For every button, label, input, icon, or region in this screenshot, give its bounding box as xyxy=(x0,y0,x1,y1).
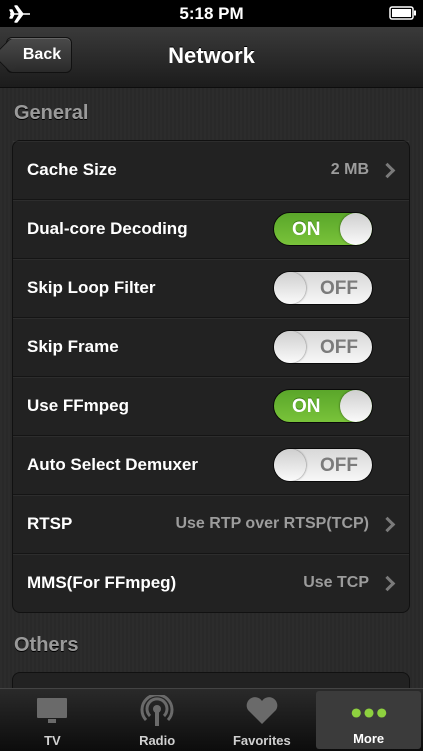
row-value: 2 MB xyxy=(330,161,369,178)
row-skip-frame: Skip Frame OFF xyxy=(13,318,409,377)
switch-state-text: ON xyxy=(292,396,321,417)
airplane-mode-icon xyxy=(9,5,30,23)
tab-label: More xyxy=(353,731,385,746)
auto-select-demuxer-switch[interactable]: OFF xyxy=(273,448,373,482)
skip-loop-filter-switch[interactable]: OFF xyxy=(273,271,373,305)
section-header-others: Others xyxy=(14,634,79,656)
page-title: Network xyxy=(168,43,255,68)
switch-knob xyxy=(340,390,372,422)
row-auto-select-demuxer: Auto Select Demuxer OFF xyxy=(13,436,409,495)
use-ffmpeg-switch[interactable]: ON xyxy=(273,389,373,423)
switch-knob xyxy=(274,449,306,481)
chevron-right-icon xyxy=(379,575,396,591)
tab-label: TV xyxy=(44,733,61,748)
row-label: RTSP xyxy=(27,514,73,533)
switch-state-text: OFF xyxy=(320,337,358,358)
tab-label: Radio xyxy=(139,733,176,748)
chevron-right-icon xyxy=(379,516,396,532)
heart-icon xyxy=(242,695,282,727)
tab-tv[interactable]: TV xyxy=(0,689,105,751)
row-label: Cache Size xyxy=(27,160,117,179)
dual-core-decoding-switch[interactable]: ON xyxy=(273,212,373,246)
tv-icon xyxy=(32,695,72,727)
switch-state-text: OFF xyxy=(320,455,358,476)
row-value: Use RTP over RTSP(TCP) xyxy=(175,515,369,532)
status-bar: 5:18 PM xyxy=(0,0,423,27)
row-skip-loop-filter: Skip Loop Filter OFF xyxy=(13,259,409,318)
section-header-general: General xyxy=(14,102,89,124)
chevron-right-icon xyxy=(379,162,396,178)
skip-frame-switch[interactable]: OFF xyxy=(273,330,373,364)
tab-more[interactable]: More xyxy=(316,691,421,749)
switch-knob xyxy=(274,272,306,304)
switch-state-text: ON xyxy=(292,219,321,240)
row-label: Dual-core Decoding xyxy=(27,219,188,238)
row-value: Use TCP xyxy=(303,574,369,591)
more-dots-icon xyxy=(349,697,389,729)
row-label: Auto Select Demuxer xyxy=(27,455,198,474)
row-label: Skip Frame xyxy=(27,337,119,356)
row-label: MMS(For FFmpeg) xyxy=(27,573,177,592)
row-rtsp[interactable]: RTSP Use RTP over RTSP(TCP) xyxy=(13,495,409,554)
navigation-bar: Back Network xyxy=(0,27,423,88)
tab-bar: TV Radio Favorites More xyxy=(0,688,423,751)
settings-table[interactable]: General Cache Size 2 MB Dual-core Decodi… xyxy=(0,88,423,688)
switch-knob xyxy=(274,331,306,363)
switch-knob xyxy=(340,213,372,245)
row-label: Skip Loop Filter xyxy=(27,278,156,297)
row-mms[interactable]: MMS(For FFmpeg) Use TCP xyxy=(13,554,409,612)
row-use-ffmpeg: Use FFmpeg ON xyxy=(13,377,409,436)
radio-icon xyxy=(137,695,177,727)
tab-label: Favorites xyxy=(232,733,291,748)
switch-state-text: OFF xyxy=(320,278,358,299)
settings-group-general: Cache Size 2 MB Dual-core Decoding ON Sk… xyxy=(12,140,410,613)
tab-radio[interactable]: Radio xyxy=(105,689,210,751)
tab-favorites[interactable]: Favorites xyxy=(210,689,315,751)
status-time: 5:18 PM xyxy=(179,3,244,23)
settings-group-others xyxy=(12,672,410,688)
row-cache-size[interactable]: Cache Size 2 MB xyxy=(13,141,409,200)
battery-icon xyxy=(389,6,416,20)
row-dual-core-decoding: Dual-core Decoding ON xyxy=(13,200,409,259)
row-label: Use FFmpeg xyxy=(27,396,130,415)
